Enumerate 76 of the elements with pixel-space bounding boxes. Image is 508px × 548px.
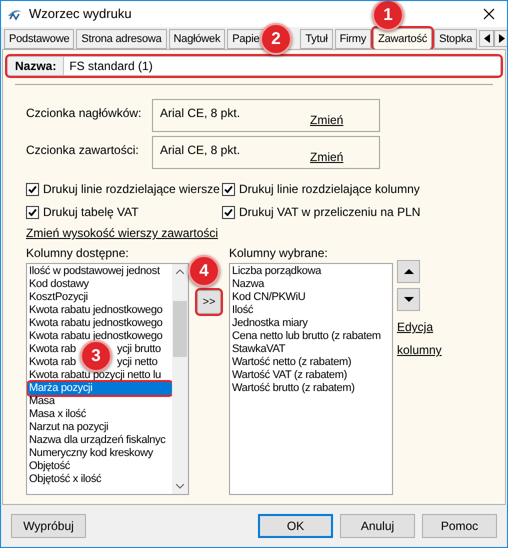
list-item[interactable]: Ilość w podstawowej jednost	[28, 265, 172, 278]
list-item-text[interactable]: Kwota rab	[29, 356, 83, 369]
row-height-link[interactable]: Zmień wysokość wierszy zawartości	[26, 224, 218, 242]
list-item[interactable]: Masa x ilość	[28, 408, 172, 421]
dialog-button[interactable]: OK	[258, 514, 333, 538]
list-item[interactable]: Nazwa dla urządzeń fiskalnyc	[28, 434, 172, 447]
list-label: Kolumny dostępne:	[26, 245, 130, 262]
list-item-text[interactable]: ycji netto	[117, 356, 158, 369]
scroll-up-icon[interactable]	[176, 269, 184, 274]
checkbox[interactable]	[222, 206, 235, 218]
checkbox-label: Drukuj linie rozdzielające wiersze	[43, 181, 220, 198]
checkbox-label: Drukuj VAT w przeliczeniu na PLN	[239, 204, 420, 221]
list-item[interactable]: Wartość brutto (z rabatem)	[232, 382, 392, 395]
dialog-button[interactable]: Pomoc	[422, 514, 497, 538]
list-item[interactable]: Objętość x ilość	[28, 473, 172, 486]
up-arrow-icon	[404, 269, 414, 274]
scroll-left-icon[interactable]	[479, 30, 494, 47]
name-field[interactable]: FS standard (1)	[63, 57, 500, 75]
move-up-button[interactable]	[397, 260, 420, 283]
tab[interactable]: Firmy	[334, 29, 372, 49]
tab[interactable]: Tytuł	[300, 29, 333, 49]
font-label: Czcionka nagłówków:	[26, 105, 142, 122]
font-label: Czcionka zawartości:	[26, 142, 140, 159]
tab[interactable]: Podstawowe	[4, 29, 74, 49]
scroll-down-icon[interactable]	[176, 484, 184, 489]
font-value: Arial CE, 8 pkt.	[160, 105, 242, 122]
scroll-right-icon[interactable]	[494, 30, 507, 47]
dialog-button[interactable]: Wypróbuj	[11, 514, 86, 538]
list-item[interactable]: Marża pozycji	[28, 382, 172, 395]
list-item[interactable]: Ilość	[232, 304, 392, 317]
list-item[interactable]: Kwota rabatu pozycji netto lu	[28, 369, 172, 382]
tab[interactable]: Stopka	[434, 29, 478, 49]
list-item[interactable]: Numeryczny kod kreskowy	[28, 447, 172, 460]
move-down-button[interactable]	[397, 288, 420, 311]
name-label: Nazwa:	[14, 58, 58, 75]
list-item[interactable]: Narzut na pozycji	[28, 421, 172, 434]
checkbox-label: Drukuj tabelę VAT	[43, 204, 139, 221]
tab[interactable]: Nagłówek	[168, 29, 226, 49]
step-marker: 1	[372, 1, 404, 31]
list-item[interactable]: Nazwa	[232, 278, 392, 291]
down-arrow-icon	[404, 297, 414, 302]
list-item[interactable]: Kwota rabatu jednostkowego	[28, 317, 172, 330]
list-label: Kolumny wybrane:	[229, 245, 329, 262]
edit-column-link[interactable]: kolumny	[397, 341, 442, 359]
scrollbar-thumb[interactable]	[173, 301, 187, 357]
list-item[interactable]: Kwota rabatu jednostkowego	[28, 330, 172, 343]
list-item[interactable]: Kwota rabatu jednostkowego	[28, 304, 172, 317]
change-font-link[interactable]: Zmień	[310, 148, 344, 166]
dialog-button[interactable]: Anuluj	[340, 514, 415, 538]
list-item[interactable]: Wartość netto (z rabatem)	[232, 356, 392, 369]
list-item[interactable]: Objętość	[28, 460, 172, 473]
close-icon[interactable]	[483, 8, 495, 20]
list-item[interactable]: Liczba porządkowa	[232, 265, 392, 278]
list-item[interactable]: Wartość VAT (z rabatem)	[232, 369, 392, 382]
list-item[interactable]: Jednostka miary	[232, 317, 392, 330]
list-item[interactable]: StawkaVAT	[232, 343, 392, 356]
list-item[interactable]: Cena netto lub brutto (z rabatem	[232, 330, 392, 343]
list-item-text[interactable]: ycji brutto	[117, 343, 161, 356]
checkbox[interactable]	[26, 182, 39, 196]
list-item-text[interactable]: Kwota rab	[29, 343, 83, 356]
window-title: Wzorzec wydruku	[29, 5, 132, 24]
change-font-link[interactable]: Zmień	[310, 111, 344, 129]
checkbox[interactable]	[222, 182, 235, 196]
list-item[interactable]: Kod CN/PKWiU	[232, 291, 392, 304]
tab[interactable]: Papie	[227, 29, 264, 49]
list-item[interactable]: Masa	[28, 395, 172, 408]
tab[interactable]: Zawartość	[373, 28, 432, 49]
tab[interactable]: Strona adresowa	[76, 29, 167, 49]
list-item[interactable]: Kod dostawy	[28, 278, 172, 291]
list-item[interactable]: KosztPozycji	[28, 291, 172, 304]
checkbox-label: Drukuj linie rozdzielające kolumny	[239, 181, 420, 198]
scrollbar[interactable]	[172, 264, 188, 494]
edit-column-link[interactable]: Edycja	[397, 318, 442, 336]
font-value: Arial CE, 8 pkt.	[160, 142, 242, 159]
checkbox[interactable]	[26, 206, 39, 218]
add-button[interactable]: >>	[197, 290, 221, 314]
